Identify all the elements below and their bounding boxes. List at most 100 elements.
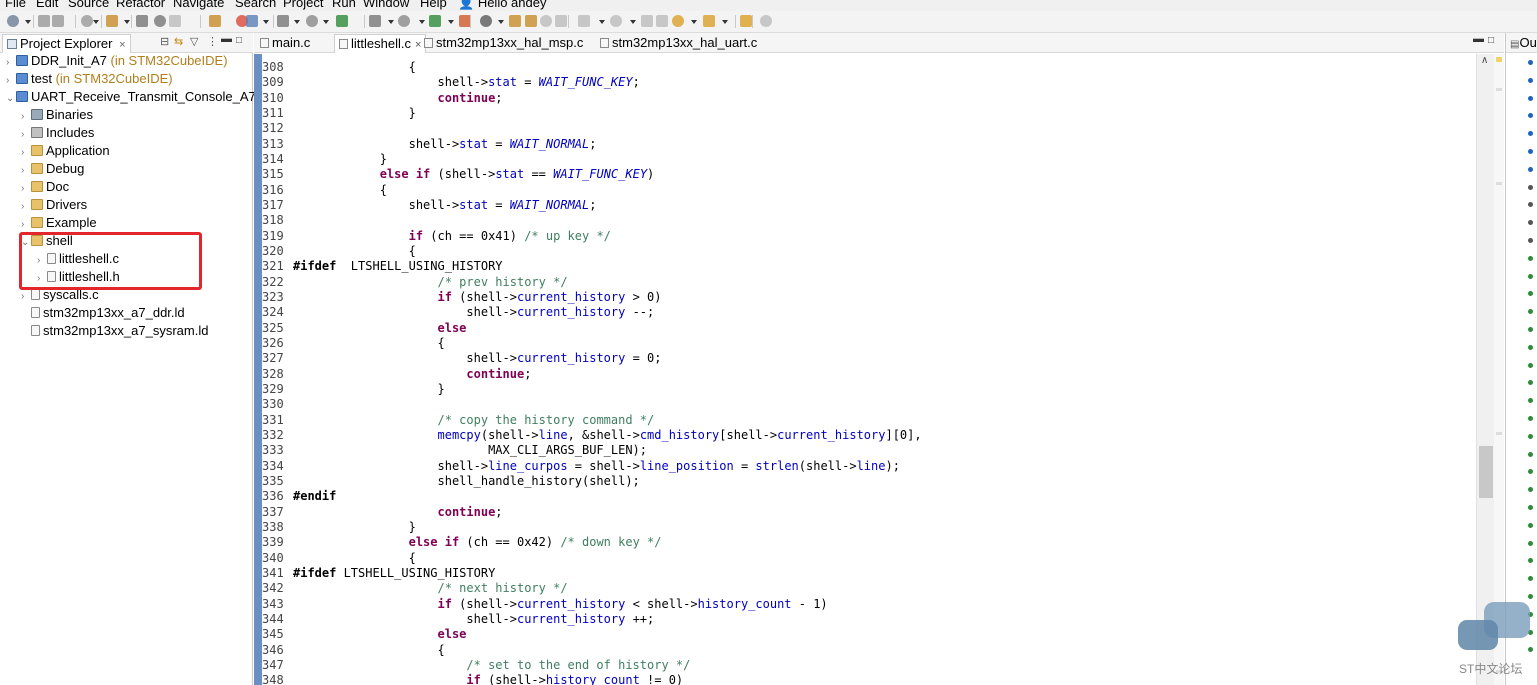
code-line[interactable]: 348 if (shell->history_count != 0): [262, 673, 1472, 685]
code-line[interactable]: 308 {: [262, 60, 1472, 75]
chevron-down-icon[interactable]: [722, 20, 728, 24]
outline-item-icon[interactable]: [1528, 380, 1533, 386]
menu-item-file[interactable]: File: [5, 0, 26, 11]
outline-item-icon[interactable]: [1528, 131, 1533, 137]
code-line[interactable]: 314 }: [262, 152, 1472, 167]
toolbar-icon[interactable]: [760, 15, 772, 27]
tab-editor-file[interactable]: littleshell.c ×: [334, 34, 427, 53]
outline-item-icon[interactable]: [1528, 398, 1533, 404]
outline-item-icon[interactable]: [1528, 291, 1533, 297]
code-line[interactable]: 313 shell->stat = WAIT_NORMAL;: [262, 137, 1472, 152]
outline-item-icon[interactable]: [1528, 487, 1533, 493]
code-line[interactable]: 318: [262, 213, 1472, 228]
outline-item-icon[interactable]: [1528, 576, 1533, 582]
code-line[interactable]: 319 if (ch == 0x41) /* up key */: [262, 229, 1472, 244]
tree-item-example[interactable]: › Example: [21, 214, 97, 232]
outline-item-icon[interactable]: [1528, 184, 1533, 190]
tree-item-binaries[interactable]: › Binaries: [21, 106, 93, 124]
close-icon[interactable]: ×: [119, 39, 125, 51]
tree-item-debug[interactable]: › Debug: [21, 160, 84, 178]
code-line[interactable]: 310 continue;: [262, 91, 1472, 106]
code-lines[interactable]: 308 {309 shell->stat = WAIT_FUNC_KEY; 310…: [262, 54, 1472, 685]
code-line[interactable]: 347 /* set to the end of history */: [262, 658, 1472, 673]
tab-project-explorer[interactable]: Project Explorer ×: [2, 34, 131, 53]
chevron-down-icon[interactable]: [388, 20, 394, 24]
tree-item-uart-project[interactable]: ⌄ UART_Receive_Transmit_Console_A7 (: [6, 88, 264, 106]
code-line[interactable]: 334 shell->line_curpos = shell->line_pos…: [262, 459, 1472, 474]
code-line[interactable]: 332 memcpy(shell->line, &shell->cmd_hist…: [262, 428, 1472, 443]
tab-outline[interactable]: ▤Ou: [1506, 33, 1537, 53]
code-line[interactable]: 326 {: [262, 336, 1472, 351]
code-line[interactable]: 330: [262, 397, 1472, 412]
code-line[interactable]: 329 }: [262, 382, 1472, 397]
menu-item-navigate[interactable]: Navigate: [173, 0, 224, 11]
code-line[interactable]: 342 /* next history */: [262, 581, 1472, 596]
chevron-down-icon[interactable]: [323, 20, 329, 24]
toolbar-icon[interactable]: [306, 15, 318, 27]
chevron-down-icon[interactable]: [498, 20, 504, 24]
toolbar-icon[interactable]: [52, 15, 64, 27]
toolbar-icon[interactable]: [246, 15, 258, 27]
menu-item-project[interactable]: Project: [283, 0, 323, 11]
tab-editor-file[interactable]: stm32mp13xx_hal_uart.c: [596, 34, 761, 53]
outline-item-icon[interactable]: [1528, 77, 1533, 83]
outline-item-icon[interactable]: [1528, 309, 1533, 315]
toolbar-icon[interactable]: [525, 15, 537, 27]
outline-item-icon[interactable]: [1528, 238, 1533, 243]
outline-item-icon[interactable]: [1528, 505, 1533, 510]
outline-item-icon[interactable]: [1528, 594, 1533, 599]
user-greeting[interactable]: 👤 Hello andey: [458, 0, 546, 11]
chevron-down-icon[interactable]: [93, 20, 99, 24]
code-line[interactable]: 341 #ifdef LTSHELL_USING_HISTORY: [262, 566, 1472, 581]
toolbar-icon[interactable]: [509, 15, 521, 27]
scroll-up-icon[interactable]: ∧: [1481, 55, 1488, 66]
outline-item-icon[interactable]: [1528, 220, 1533, 226]
toolbar-icon[interactable]: [7, 15, 19, 27]
chevron-down-icon[interactable]: [124, 20, 130, 24]
toolbar-icon[interactable]: [429, 15, 441, 27]
minimize-icon[interactable]: ▬: [1473, 33, 1484, 45]
outline-item-icon[interactable]: [1528, 469, 1533, 475]
tab-editor-file[interactable]: stm32mp13xx_hal_msp.c: [420, 34, 587, 53]
code-line[interactable]: 311 }: [262, 106, 1472, 121]
toolbar-icon[interactable]: [610, 15, 622, 27]
code-line[interactable]: 328 continue;: [262, 367, 1472, 382]
vertical-scrollbar[interactable]: ∧: [1476, 54, 1494, 685]
toolbar-icon[interactable]: [740, 15, 752, 27]
outline-item-icon[interactable]: [1528, 113, 1533, 119]
menu-item-run[interactable]: Run: [332, 0, 356, 11]
tree-item-test[interactable]: › test (in STM32CubeIDE): [6, 70, 173, 88]
outline-item-icon[interactable]: [1528, 327, 1533, 332]
outline-item-icon[interactable]: [1528, 344, 1533, 350]
menu-item-edit[interactable]: Edit: [36, 0, 58, 11]
chevron-down-icon[interactable]: [419, 20, 425, 24]
toolbar-icon[interactable]: [555, 15, 567, 27]
toolbar-icon[interactable]: [154, 15, 166, 27]
maximize-icon[interactable]: □: [1488, 35, 1494, 46]
code-line[interactable]: 337 continue;: [262, 505, 1472, 520]
chevron-down-icon[interactable]: [263, 20, 269, 24]
chevron-down-icon[interactable]: ⌄: [6, 90, 16, 108]
outline-item-icon[interactable]: [1528, 166, 1533, 172]
toolbar-icon[interactable]: [369, 15, 381, 27]
chevron-down-icon[interactable]: [25, 20, 31, 24]
outline-item-icon[interactable]: [1528, 255, 1533, 261]
outline-item-icon[interactable]: [1528, 451, 1533, 457]
code-line[interactable]: 345 else: [262, 627, 1472, 642]
code-line[interactable]: 331 /* copy the history command */: [262, 413, 1472, 428]
toolbar-icon[interactable]: [277, 15, 289, 27]
code-line[interactable]: 336 #endif: [262, 489, 1472, 504]
tab-editor-file[interactable]: main.c: [256, 34, 314, 53]
toolbar-icon[interactable]: [703, 15, 715, 27]
filter-icon[interactable]: ▽: [190, 35, 198, 48]
code-line[interactable]: 333 MAX_CLI_ARGS_BUF_LEN);: [262, 443, 1472, 458]
code-line[interactable]: 321 #ifdef LTSHELL_USING_HISTORY: [262, 259, 1472, 274]
code-line[interactable]: 312: [262, 121, 1472, 136]
toolbar-icon[interactable]: [209, 15, 221, 27]
toolbar-icon[interactable]: [398, 15, 410, 27]
toolbar-icon[interactable]: [656, 15, 668, 27]
toolbar-icon[interactable]: [336, 15, 348, 27]
outline-item-icon[interactable]: [1528, 433, 1533, 439]
code-line[interactable]: 323 if (shell->current_history > 0): [262, 290, 1472, 305]
outline-item-icon[interactable]: [1528, 60, 1533, 65]
